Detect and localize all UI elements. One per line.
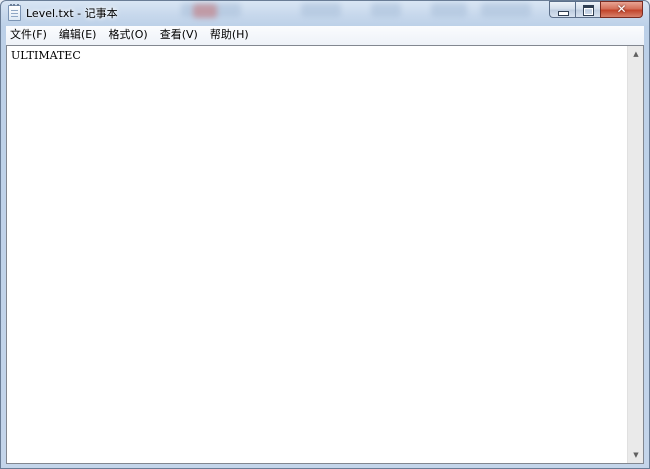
menu-help[interactable]: 帮助(H) <box>204 26 255 45</box>
notepad-window: Level.txt - 记事本 ✕ 文件(F) 编辑(E) 格式(O) 查看(V… <box>0 0 650 469</box>
menu-file[interactable]: 文件(F) <box>6 26 53 45</box>
scroll-down-icon[interactable]: ▼ <box>628 447 644 463</box>
minimize-button[interactable] <box>549 1 575 18</box>
maximize-icon <box>583 5 594 16</box>
title-background-blur <box>481 3 531 17</box>
maximize-button[interactable] <box>575 1 600 18</box>
title-bar[interactable]: Level.txt - 记事本 ✕ <box>1 1 649 25</box>
vertical-scrollbar[interactable]: ▲ ▼ <box>627 46 643 463</box>
close-button[interactable]: ✕ <box>600 1 643 18</box>
editor-area: ULTIMATEC ▲ ▼ <box>6 45 644 464</box>
minimize-icon <box>558 11 569 16</box>
title-background-blur <box>371 3 401 17</box>
title-background-blur <box>431 3 467 17</box>
menu-edit[interactable]: 编辑(E) <box>53 26 103 45</box>
title-background-blur <box>193 4 217 18</box>
menu-bar: 文件(F) 编辑(E) 格式(O) 查看(V) 帮助(H) <box>6 26 644 46</box>
title-background-blur <box>301 3 341 17</box>
caption-buttons: ✕ <box>549 1 643 19</box>
menu-format[interactable]: 格式(O) <box>102 26 153 45</box>
menu-view[interactable]: 查看(V) <box>154 26 204 45</box>
text-editor[interactable]: ULTIMATEC <box>7 46 627 463</box>
scroll-up-icon[interactable]: ▲ <box>628 46 644 62</box>
notepad-icon[interactable] <box>8 4 21 21</box>
close-icon: ✕ <box>616 2 627 16</box>
window-title: Level.txt - 记事本 <box>26 7 118 20</box>
